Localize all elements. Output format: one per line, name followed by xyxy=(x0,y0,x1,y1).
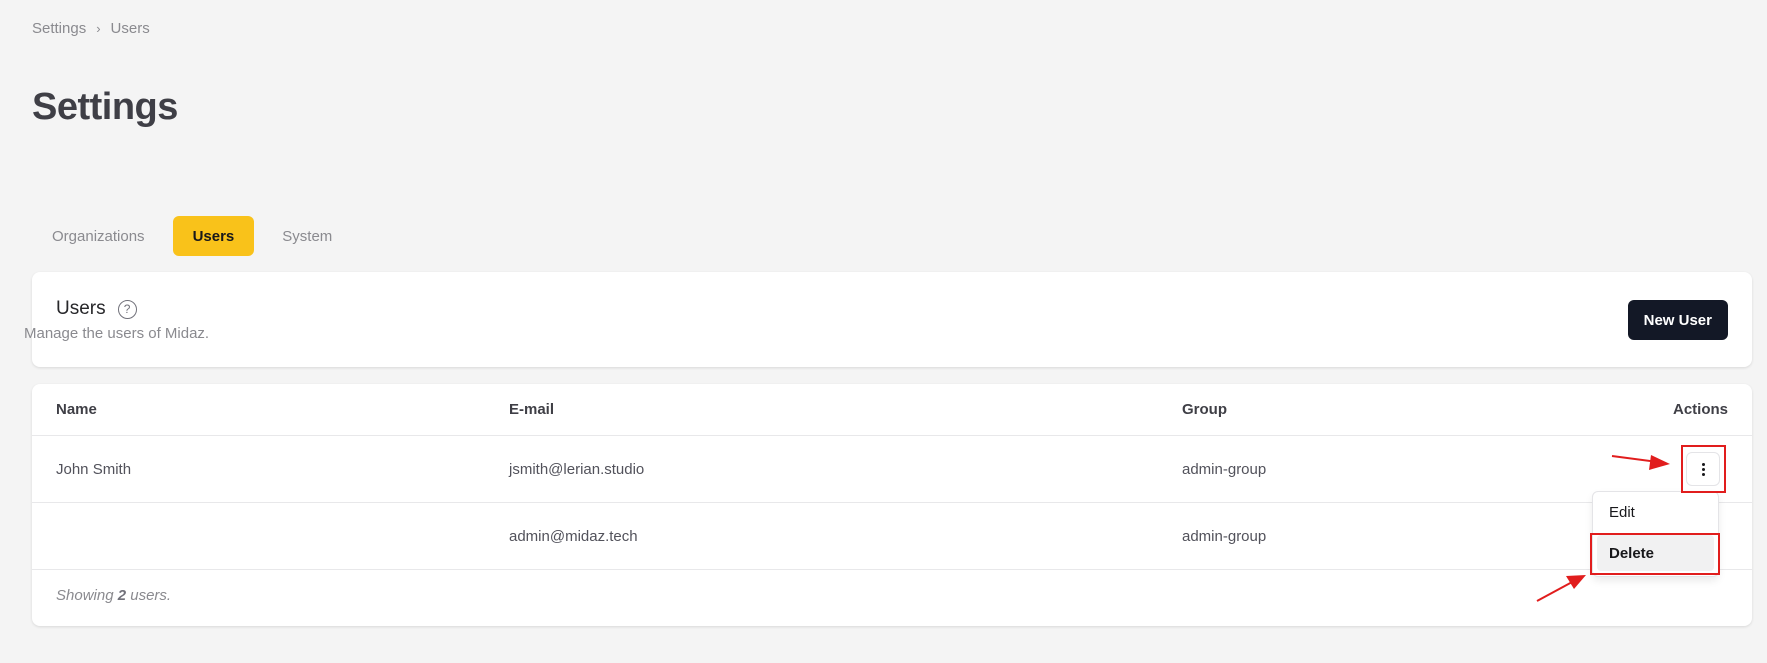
table-footer-count: Showing 2 users. xyxy=(56,587,171,604)
user-group-cell: admin-group xyxy=(1182,527,1267,545)
user-name-cell: John Smith xyxy=(56,460,132,478)
user-group-cell: admin-group xyxy=(1182,460,1267,478)
users-section-title: Users xyxy=(56,298,106,319)
footer-suffix: users. xyxy=(126,587,172,604)
breadcrumb: Settings › Users xyxy=(32,20,150,37)
table-row: admin@midaz.tech admin-group xyxy=(32,503,1752,570)
tab-users[interactable]: Users xyxy=(172,216,255,256)
user-email-cell: jsmith@lerian.studio xyxy=(509,460,645,478)
table-row: John Smith jsmith@lerian.studio admin-gr… xyxy=(32,436,1752,503)
table-header-row: Name E-mail Group Actions xyxy=(32,384,1752,436)
users-table: Name E-mail Group Actions John Smith jsm… xyxy=(32,384,1752,626)
users-section-subtitle: Manage the users of Midaz. xyxy=(24,325,210,342)
new-user-button[interactable]: New User xyxy=(1627,300,1728,340)
tab-organizations[interactable]: Organizations xyxy=(32,216,165,256)
users-header-card: Users ? New User xyxy=(32,272,1752,367)
settings-tabs: Organizations Users System xyxy=(32,216,352,256)
footer-count: 2 xyxy=(117,587,127,604)
page-title: Settings xyxy=(32,86,178,128)
column-header-name: Name xyxy=(56,401,97,418)
annotation-highlight-actions-button xyxy=(1681,445,1726,493)
tab-system[interactable]: System xyxy=(262,216,352,256)
question-circle-icon[interactable]: ? xyxy=(117,299,137,319)
breadcrumb-settings[interactable]: Settings xyxy=(32,20,86,37)
breadcrumb-separator-icon: › xyxy=(96,21,101,36)
column-header-actions: Actions xyxy=(1672,401,1728,418)
breadcrumb-users[interactable]: Users xyxy=(111,20,150,37)
user-email-cell: admin@midaz.tech xyxy=(509,527,638,545)
column-header-group: Group xyxy=(1182,401,1227,418)
menu-item-edit[interactable]: Edit xyxy=(1597,494,1714,530)
annotation-highlight-delete xyxy=(1590,533,1720,575)
footer-prefix: Showing xyxy=(56,587,118,604)
column-header-email: E-mail xyxy=(509,401,555,418)
